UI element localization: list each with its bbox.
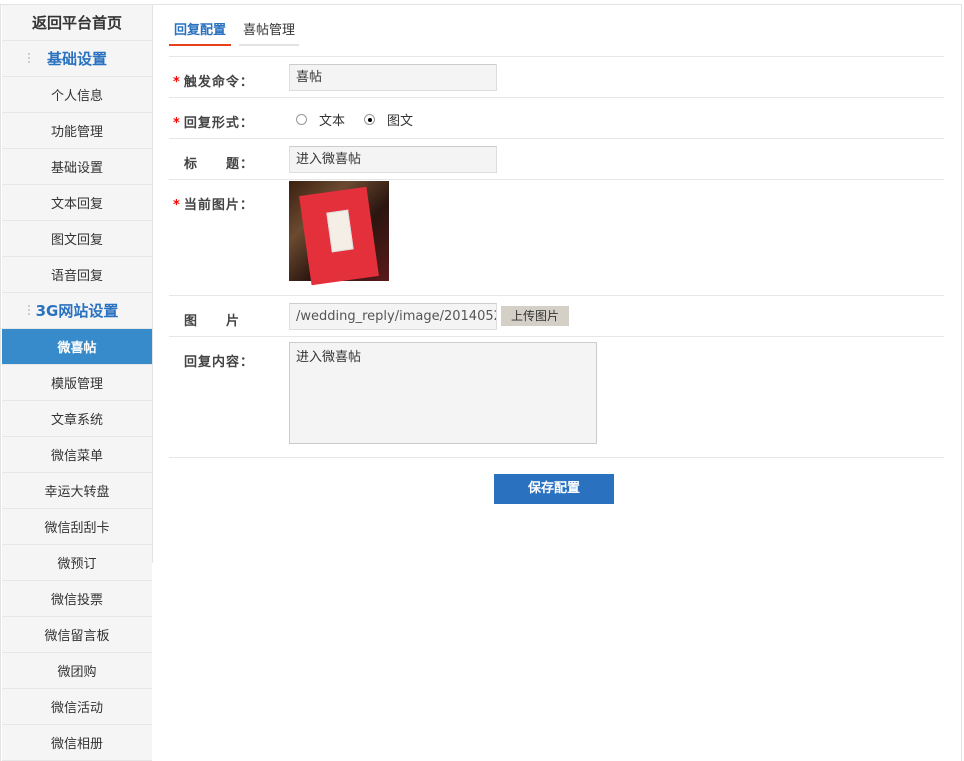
sidebar-item[interactable]: 微信投票 [2,581,152,617]
title-row: 标 题： 进入微喜帖 [169,139,944,180]
image-path-input[interactable]: /wedding_reply/image/20140521/53 [289,303,497,330]
sidebar-item[interactable]: 幸运大转盘 [2,473,152,509]
sidebar-item[interactable]: 微预订 [2,545,152,581]
grip-icon [28,305,32,315]
sidebar-group-basic[interactable]: 基础设置 [2,41,152,77]
sidebar-item-active[interactable]: 微喜帖 [2,329,152,365]
grip-icon [28,53,32,63]
tab-invitation-manage[interactable]: 喜帖管理 [239,19,299,46]
required-mark: * [173,198,181,213]
radio-news[interactable]: 图文 [364,110,413,129]
content-label: 回复内容： [184,355,255,370]
reply-type-label: * 回复形式： [173,112,254,131]
tab-reply-config[interactable]: 回复配置 [169,19,231,46]
trigger-label: * 触发命令： [173,71,254,90]
reply-content-textarea[interactable]: 进入微喜帖 [289,342,597,444]
required-mark: * [173,116,181,131]
sidebar-item[interactable]: 文章系统 [2,401,152,437]
sidebar-item[interactable]: 模版管理 [2,365,152,401]
sidebar-home-link[interactable]: 返回平台首页 [2,5,152,41]
sidebar-item[interactable]: 微信刮刮卡 [2,509,152,545]
tab-bar: 回复配置 喜帖管理 [169,5,944,57]
sidebar: 返回平台首页 基础设置 个人信息 功能管理 基础设置 文本回复 图文回复 语音回… [2,5,152,761]
sidebar-item[interactable]: 微信菜单 [2,437,152,473]
sidebar-item[interactable]: 微信活动 [2,689,152,725]
current-image-label: * 当前图片： [173,194,254,213]
main-content: 回复配置 喜帖管理 * 触发命令： 喜帖 * 回复形式： 文本 图文 标 题： 进入… [169,5,944,458]
title-input[interactable]: 进入微喜帖 [289,146,497,173]
sidebar-item[interactable]: 微信相册 [2,725,152,761]
sidebar-item[interactable]: 语音回复 [2,257,152,293]
radio-text[interactable]: 文本 [296,110,345,129]
required-mark: * [173,75,181,90]
current-image-thumbnail [289,181,389,286]
image-label: 图 片 [184,314,241,329]
radio-label: 图文 [387,114,414,129]
group-title: 基础设置 [46,50,107,68]
radio-label: 文本 [319,114,346,129]
trigger-input[interactable]: 喜帖 [289,64,497,91]
save-config-button[interactable]: 保存配置 [494,474,614,504]
upload-image-button[interactable]: 上传图片 [501,306,569,326]
sidebar-item[interactable]: 文本回复 [2,185,152,221]
image-row: 图 片 /wedding_reply/image/20140521/53 上传图… [169,296,944,337]
sidebar-item[interactable]: 个人信息 [2,77,152,113]
label-text: 当前图片： [183,198,254,213]
sidebar-item[interactable]: 基础设置 [2,149,152,185]
title-label: 标 题： [184,157,255,172]
sidebar-item[interactable]: 微信留言板 [2,617,152,653]
trigger-row: * 触发命令： 喜帖 [169,57,944,98]
reply-type-row: * 回复形式： 文本 图文 [169,98,944,139]
sidebar-item[interactable]: 图文回复 [2,221,152,257]
radio-checked-icon [364,114,375,125]
group-title: 3G网站设置 [35,302,119,320]
label-text: 触发命令： [183,75,254,90]
label-text: 回复形式： [183,116,254,131]
sidebar-item[interactable]: 微团购 [2,653,152,689]
current-image-row: * 当前图片： [169,180,944,296]
sidebar-divider [152,5,153,563]
content-row: 回复内容： 进入微喜帖 [169,337,944,458]
sidebar-group-3g[interactable]: 3G网站设置 [2,293,152,329]
sidebar-item[interactable]: 功能管理 [2,113,152,149]
radio-icon [296,114,307,125]
